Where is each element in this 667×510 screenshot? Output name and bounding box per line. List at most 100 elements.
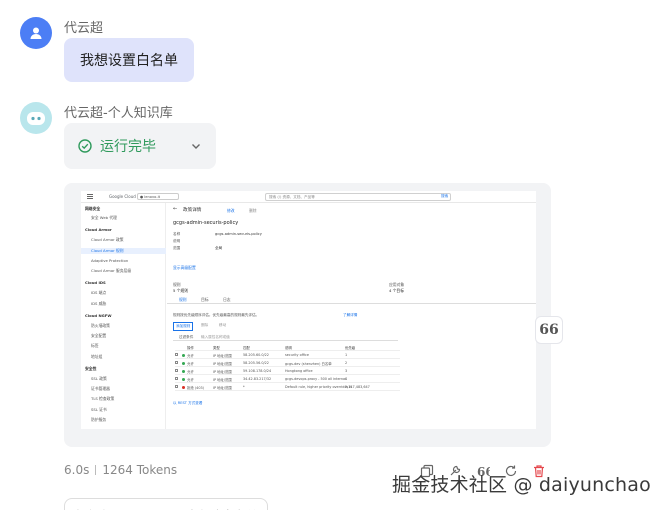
response-meta: 6.0s 1264 Tokens [64, 463, 177, 477]
sidebar-item: 地址组 [91, 353, 103, 359]
project-selector: ● lenovo-it [137, 193, 179, 200]
row-checkbox [175, 377, 178, 380]
sidebar-item: TLS 检查政策 [91, 396, 115, 402]
cell-description: security office [285, 353, 309, 357]
move-rule-button: 移动 [219, 323, 227, 327]
console-topbar: Google Cloud ● lenovo-it 搜索 (/) 资源、文档、产品… [81, 191, 536, 203]
sidebar-item: Cloud Armor 服务层级 [91, 268, 132, 273]
field-label: 名称 [173, 232, 181, 236]
cell-priority: 4 [345, 377, 348, 381]
bot-name: 代云超-个人知识库 [64, 106, 173, 121]
cell-description: Default rule, higher priority overrides … [285, 385, 352, 389]
page-title: 政策详情 [183, 208, 202, 213]
sidebar-item: 防火墙政策 [91, 323, 110, 328]
cell-action: 允许 [187, 370, 194, 374]
rules-count: 5 个规则 [173, 288, 189, 293]
cell-type: IP 地址/范围 [213, 354, 232, 358]
sidebar-header: 网络安全 [85, 206, 101, 211]
field-label: 说明 [173, 239, 181, 243]
sidebar-item: IDS 威胁 [91, 300, 107, 306]
row-checkbox [175, 361, 178, 364]
console-sidebar: 网络安全 安全 Web 代理 Cloud Armor Cloud Armor 政策 C… [81, 203, 166, 429]
cell-match: 58.205.56.0/22 [243, 361, 269, 365]
robot-icon [27, 112, 45, 125]
column-header: 说明 [285, 346, 292, 350]
action-status-dot [182, 385, 185, 389]
cell-priority: 2 [345, 361, 348, 365]
user-name: 代云超 [64, 21, 104, 36]
sidebar-item: Adaptive Protection [91, 257, 129, 263]
filter-label: 过滤条件 [179, 335, 194, 339]
rules-table-header: 操作 类型 匹配 说明 优先级 [175, 343, 400, 351]
table-row: 拒绝 (403) IP 地址/范围 * Default rule, higher pr… [175, 383, 400, 391]
screenshot-attachment-card: Google Cloud ● lenovo-it 搜索 (/) 资源、文档、产品… [64, 183, 551, 447]
sidebar-section: Cloud IDS [85, 280, 106, 286]
cell-description: Hongkong office [285, 369, 313, 373]
edit-link: 修改 [227, 207, 235, 213]
sidebar-item: Cloud Armor 政策 [91, 237, 124, 243]
cell-type: IP 地址/范围 [213, 370, 232, 374]
cell-action: 拒绝 (403) [187, 386, 204, 390]
action-status-dot [182, 361, 185, 365]
show-more-link: 显示高级配置 [173, 265, 196, 270]
field-value: 全局 [215, 246, 223, 250]
field-value: gcgs-admin-securis-policy [215, 232, 262, 236]
delete-rule-button: 删除 [201, 323, 209, 327]
sidebar-item: SSL 证书 [91, 406, 107, 412]
table-row: 允许 IP 地址/范围 58.205.56.0/22 gcgs-dev (shenzh… [175, 359, 400, 367]
delete-link: 删除 [249, 207, 257, 213]
cell-description: gcgs-dev (shenzhen) 白名单 [285, 362, 332, 366]
run-status-text: 运行完毕 [100, 139, 156, 155]
response-tokens: 1264 Tokens [102, 463, 178, 477]
check-circle-icon [78, 139, 92, 153]
policy-name: gcgs-admin-securis-policy [173, 220, 239, 226]
sidebar-item: 安全 Web 代理 [91, 215, 117, 220]
quote-button[interactable]: 66 [535, 316, 563, 344]
chevron-down-icon[interactable] [190, 140, 202, 152]
cell-priority: 2,147,483,647 [345, 385, 370, 389]
table-row: 允许 IP 地址/范围 34.42.83.217/32 gcgs-devops-pro… [175, 375, 400, 383]
cell-type: IP 地址/范围 [213, 386, 232, 390]
sidebar-item: 证书管理器 [91, 386, 110, 392]
table-row: 允许 IP 地址/范围 59.108.178.0/24 Hongkong office… [175, 367, 400, 375]
bot-avatar [20, 102, 52, 134]
column-header: 操作 [187, 346, 194, 350]
user-message-bubble: 我想设置白名单 [64, 38, 194, 82]
cell-match: * [243, 385, 245, 389]
row-checkbox [175, 385, 178, 388]
watermark-text: 掘金技术社区 @ daiyunchao [392, 474, 651, 496]
learn-more-link: 了解详情 [343, 313, 358, 317]
suggested-question[interactable]: 如何在Cloud Armor中创建白名单 [64, 498, 268, 510]
cell-description: gcgs-devops-proxy - 500 all internal [285, 377, 347, 381]
column-header: 匹配 [243, 346, 250, 350]
chat-page: 代云超 我想设置白名单 代云超-个人知识库 运行完毕 Google Cloud … [0, 0, 667, 510]
sidebar-item: 标签 [91, 343, 99, 349]
console-main: ← 政策详情 修改 删除 gcgs-admin-securis-policy 显… [167, 203, 536, 429]
sidebar-item: IDS 端点 [91, 290, 107, 296]
console-search: 搜索 (/) 资源、文档、产品等 [265, 193, 451, 201]
cloud-armor-screenshot[interactable]: Google Cloud ● lenovo-it 搜索 (/) 资源、文档、产品… [81, 191, 536, 429]
action-status-dot [182, 369, 185, 373]
console-search-button: 搜索 [441, 194, 449, 198]
cell-priority: 1 [345, 353, 348, 357]
add-rule-button: 添加规则 [173, 322, 194, 331]
user-avatar [20, 17, 52, 49]
response-duration: 6.0s [64, 463, 90, 477]
cell-action: 允许 [187, 362, 194, 366]
filter-bar: 过滤条件 输入属性名称或值 [173, 334, 398, 341]
action-status-dot [182, 353, 185, 357]
sidebar-item: 安全配置 [91, 333, 107, 339]
cell-match: 34.42.83.217/32 [243, 377, 272, 381]
rules-hint: 规则按优先级顺序评估。优先级最高的规则最先评估。 [173, 313, 260, 317]
field-label: 范围 [173, 246, 181, 250]
cell-type: IP 地址/范围 [213, 378, 232, 382]
column-header: 类型 [213, 346, 220, 350]
action-status-dot [182, 377, 185, 381]
tab: 目标 [201, 297, 209, 302]
sidebar-section: Cloud Armor [85, 227, 112, 233]
run-status-card[interactable]: 运行完毕 [64, 123, 216, 169]
cell-type: IP 地址/范围 [213, 362, 232, 366]
tab: 日志 [223, 297, 231, 302]
column-header: 优先级 [345, 346, 356, 350]
tab-divider [167, 303, 536, 304]
